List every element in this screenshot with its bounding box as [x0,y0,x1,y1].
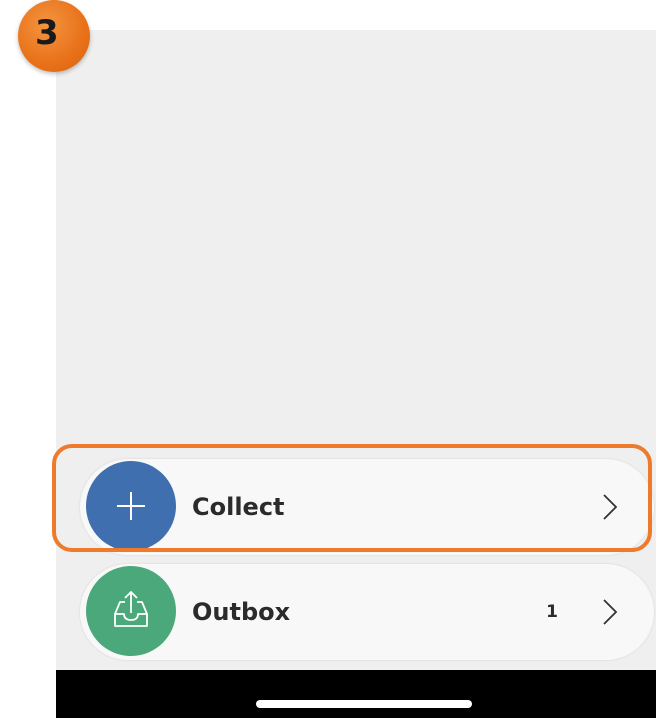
outbox-icon-circle [86,566,176,656]
inbox-upload-icon [114,591,148,627]
outbox-row[interactable]: Outbox 1 [80,564,654,660]
app-screen: Collect Outbox 1 [56,30,656,718]
home-indicator[interactable] [256,700,472,708]
chevron-right-icon [603,494,618,520]
step-number: 3 [35,13,59,53]
outbox-count-badge: 1 [546,602,558,622]
step-number-badge: 3 [18,0,90,72]
home-bar-area [56,670,656,718]
collect-label: Collect [192,493,285,521]
outbox-label: Outbox [192,598,291,626]
plus-icon [117,492,145,520]
collect-icon-circle [86,461,176,551]
collect-row[interactable]: Collect [80,459,654,555]
chevron-right-icon [603,599,618,625]
